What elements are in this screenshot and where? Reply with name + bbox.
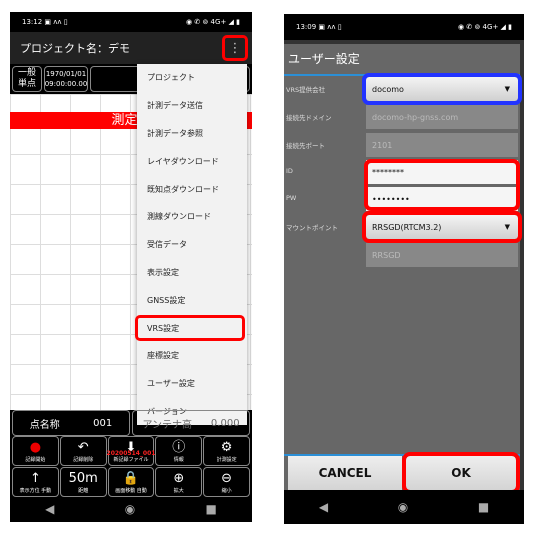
menu-item[interactable]: 受信データ	[137, 231, 247, 259]
vrs-provider-label: VRS提供会社	[286, 86, 326, 94]
menu-item[interactable]: 表示設定	[137, 259, 247, 287]
toolbar-button[interactable]: ● 記録開始	[12, 436, 59, 466]
toolbar-row-2: ↑ 表示方位 手動 50m 距離 🔒 画面移動 自動 ⊕ 拡大 ⊖ 縮小	[10, 467, 252, 497]
mount-point-label: マウントポイント	[286, 224, 338, 232]
menu-item[interactable]: 座標設定	[137, 342, 247, 370]
user-settings-dialog: ユーザー設定 VRS提供会社 docomo ▼ 接続先ドメイン docomo-hp…	[284, 44, 522, 494]
more-vert-icon: ⋮	[228, 40, 242, 56]
point-row: 点名称 001 アンテナ高 0.000	[10, 410, 252, 436]
menu-item[interactable]: GNSS設定	[137, 286, 247, 314]
dropdown-arrow-icon: ▼	[504, 85, 510, 93]
button-icon: ↑	[29, 470, 41, 486]
toolbar-row-1: ● 記録開始 ↶ 記録削除 ⬇ 20200514_001 新記録ファイル ⓘ 情報 ⚙ 計測設定	[10, 436, 252, 466]
left-phone: 13:12 ▣ ʌʌ ▯ ◉ ✆ ⊚ 4G+ ◢ ▮ プロジェクト名：デモ ⋮ 一…	[10, 12, 252, 522]
toolbar-button[interactable]: 50m 距離	[59, 467, 107, 497]
button-icon: ⊕	[173, 470, 185, 486]
toolbar-button[interactable]: ⓘ 情報	[155, 436, 203, 466]
right-phone: 13:09 ▣ ʌʌ ▯ ◉ ✆ ⊚ 4G+ ◢ ▮ ユーザー設定 VRS提供会社…	[284, 14, 524, 524]
file-name-overlay: 20200514_001	[106, 450, 156, 457]
menu-item[interactable]: 既知点ダウンロード	[137, 175, 247, 203]
menu-item[interactable]: 測線ダウンロード	[137, 203, 247, 231]
domain-label: 接続先ドメイン	[286, 114, 332, 122]
button-label: 記録削除	[73, 456, 94, 463]
toolbar-button[interactable]: 🔒 画面移動 自動	[107, 467, 155, 497]
vrs-provider-select[interactable]: docomo ▼	[362, 73, 522, 105]
port-label: 接続先ポート	[286, 142, 325, 150]
button-label: 縮小	[221, 487, 232, 494]
domain-field[interactable]: docomo-hp-gnss.com	[366, 105, 518, 129]
menu-item[interactable]: プロジェクト	[137, 64, 247, 92]
dropdown-arrow-icon: ▼	[504, 223, 510, 231]
datetime-box: 1970/01/01 09:00:00.00	[44, 66, 88, 92]
id-label: ID	[286, 167, 293, 175]
credentials-highlight	[364, 159, 520, 211]
button-icon: 🔒	[122, 470, 140, 486]
recent-icon[interactable]: ■	[206, 502, 217, 516]
cancel-button[interactable]: CANCEL	[288, 456, 402, 490]
button-label: 計測設定	[216, 456, 237, 463]
antenna-box[interactable]: アンテナ高 0.000	[132, 410, 250, 436]
toolbar-button[interactable]: ↶ 記録削除	[59, 436, 107, 466]
dialog-title: ユーザー設定	[288, 52, 360, 66]
nav-bar: ◀ ◉ ■	[284, 490, 524, 524]
back-icon[interactable]: ◀	[319, 500, 328, 514]
ok-button[interactable]: OK	[402, 452, 520, 494]
status-bar: 13:12 ▣ ʌʌ ▯ ◉ ✆ ⊚ 4G+ ◢ ▮	[22, 18, 240, 26]
button-label: 記録開始	[25, 456, 46, 463]
button-label: 画面移動 自動	[115, 487, 147, 494]
project-title: プロジェクト名：デモ	[20, 42, 130, 55]
button-label: 拡大	[173, 487, 184, 494]
toolbar-button[interactable]: ↑ 表示方位 手動	[12, 467, 59, 497]
menu-item[interactable]: 計測データ参照	[137, 120, 247, 148]
mode-button[interactable]: 一般 単点	[12, 66, 42, 92]
menu-item[interactable]: 計測データ送信	[137, 92, 247, 120]
button-label: 表示方位 手動	[19, 487, 52, 494]
toolbar-button[interactable]: ⚙ 計測設定	[203, 436, 250, 466]
toolbar-button[interactable]: ⬇ 20200514_001 新記録ファイル	[106, 436, 156, 466]
button-icon: 50m	[68, 470, 98, 486]
point-name-box[interactable]: 点名称 001	[12, 410, 130, 436]
button-icon: ⚙	[220, 439, 233, 455]
button-label: 情報	[173, 456, 184, 463]
toolbar-button[interactable]: ⊕ 拡大	[155, 467, 203, 497]
home-icon[interactable]: ◉	[398, 500, 408, 514]
menu-item[interactable]: VRS設定	[135, 314, 247, 342]
overflow-menu-button[interactable]: ⋮	[222, 35, 248, 61]
button-icon: ⓘ	[172, 439, 186, 455]
pw-label: PW	[286, 194, 297, 202]
back-icon[interactable]: ◀	[45, 502, 54, 516]
port-field[interactable]: 2101	[366, 133, 518, 157]
overflow-menu: プロジェクト 計測データ送信 計測データ参照 レイヤダウンロード 既知点ダウンロード 測線…	[135, 64, 247, 425]
app-bar: プロジェクト名：デモ ⋮	[10, 32, 252, 64]
recent-icon[interactable]: ■	[478, 500, 489, 514]
toolbar-button[interactable]: ⊖ 縮小	[203, 467, 250, 497]
mount-point-select[interactable]: RRSGD(RTCM3.2) ▼	[362, 211, 522, 243]
home-icon[interactable]: ◉	[125, 502, 135, 516]
button-icon: ↶	[77, 439, 89, 455]
button-label: 距離	[78, 487, 89, 494]
mount-name-field[interactable]: RRSGD	[366, 243, 518, 267]
menu-item[interactable]: ユーザー設定	[137, 370, 247, 398]
nav-bar: ◀ ◉ ■	[10, 496, 252, 522]
menu-item[interactable]: レイヤダウンロード	[137, 147, 247, 175]
status-bar: 13:09 ▣ ʌʌ ▯ ◉ ✆ ⊚ 4G+ ◢ ▮	[284, 14, 524, 40]
button-icon: ●	[29, 439, 42, 455]
button-icon: ⊖	[221, 470, 233, 486]
